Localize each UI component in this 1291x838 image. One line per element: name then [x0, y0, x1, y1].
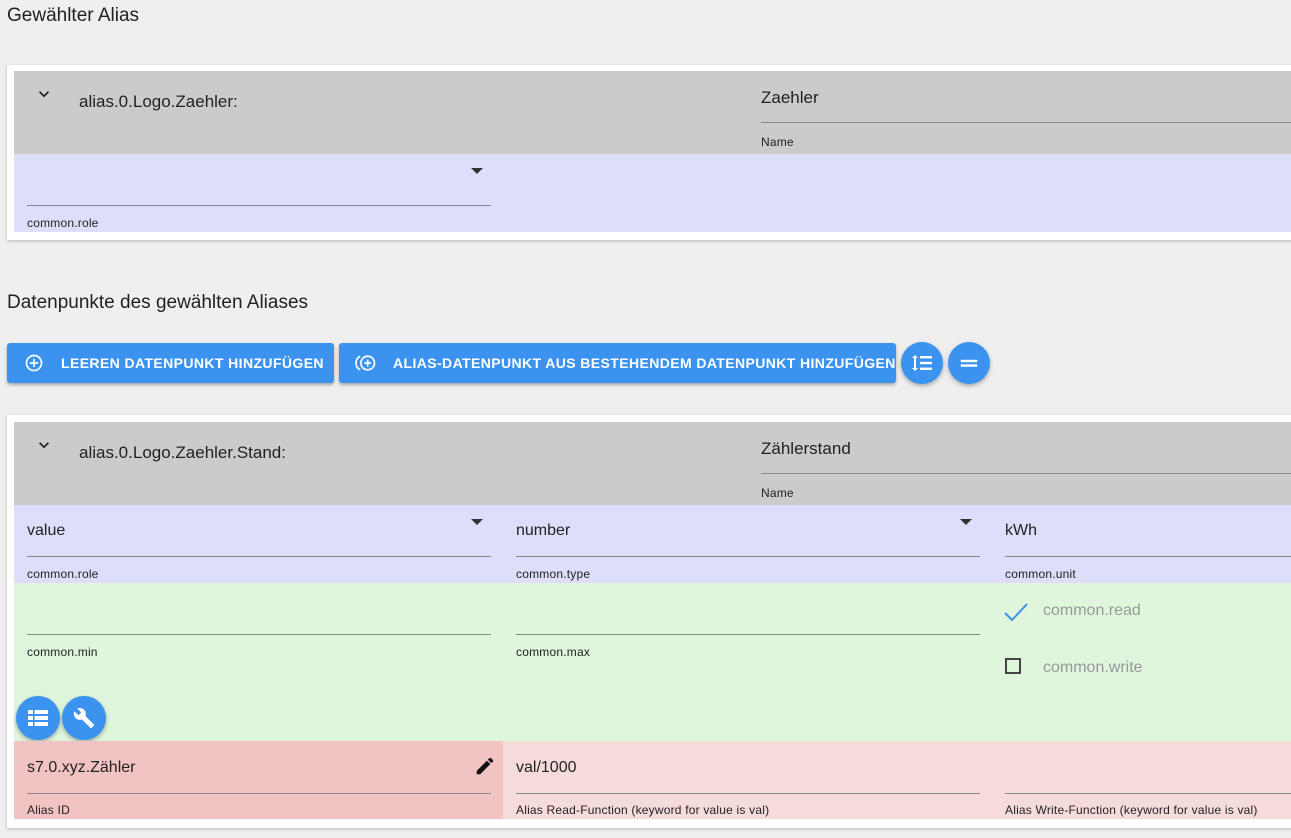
role-select[interactable] — [27, 174, 491, 200]
read-function-underline — [516, 793, 980, 794]
unit-input[interactable]: kWh — [1005, 522, 1037, 540]
read-function-label: Alias Read-Function (keyword for value i… — [516, 803, 770, 817]
read-checkbox[interactable] — [1003, 600, 1029, 624]
add-circle-icon — [23, 352, 45, 374]
common-row — [14, 505, 1291, 583]
unit-label: common.unit — [1005, 567, 1076, 581]
write-function-label: Alias Write-Function (keyword for value … — [1005, 803, 1258, 817]
write-function-underline — [1005, 793, 1291, 794]
role-label: common.role — [27, 567, 99, 581]
table-view-button[interactable] — [16, 696, 60, 740]
alias-target-label: Alias ID — [27, 803, 70, 817]
settings-wrench-button[interactable] — [62, 696, 106, 740]
dropdown-arrow-icon[interactable] — [471, 168, 483, 174]
selected-alias-title: Gewählter Alias — [7, 5, 140, 26]
write-checkbox[interactable] — [1005, 658, 1021, 674]
chevron-down-icon[interactable] — [34, 84, 54, 104]
read-function-input[interactable]: val/1000 — [516, 759, 577, 777]
datapoint-name-underline — [761, 473, 1291, 474]
add-existing-datapoint-label: ALIAS-DATENPUNKT AUS BESTEHENDEM DATENPU… — [393, 355, 896, 371]
alias-id: alias.0.Logo.Zaehler: — [79, 92, 238, 111]
expand-rows-button[interactable] — [901, 342, 943, 384]
datapoint-alias-id: alias.0.Logo.Zaehler.Stand: — [79, 443, 286, 462]
min-label: common.min — [27, 645, 98, 659]
read-label: common.read — [1043, 602, 1141, 619]
selected-alias-header — [14, 71, 1291, 154]
edit-alias-id-button[interactable] — [474, 755, 496, 777]
collapse-rows-icon — [960, 359, 978, 367]
add-circle-linked-icon — [355, 352, 377, 374]
table-icon — [28, 710, 48, 726]
type-underline — [516, 556, 980, 557]
wrench-icon — [73, 708, 95, 729]
min-input[interactable] — [27, 602, 491, 628]
role-select[interactable]: value — [27, 522, 65, 540]
chevron-down-icon[interactable] — [34, 435, 54, 455]
max-label: common.max — [516, 645, 591, 659]
name-underline — [761, 122, 1291, 123]
unit-underline — [1005, 556, 1291, 557]
datapoint-header — [14, 422, 1291, 505]
type-label: common.type — [516, 567, 591, 581]
alias-id-cell — [14, 741, 503, 819]
checkmark-icon — [1004, 603, 1028, 622]
alias-target-underline — [27, 793, 491, 794]
role-label: common.role — [27, 216, 99, 230]
role-underline — [27, 556, 491, 557]
dropdown-arrow-icon[interactable] — [960, 519, 972, 525]
dropdown-arrow-icon[interactable] — [471, 519, 483, 525]
type-select[interactable]: number — [516, 522, 570, 540]
write-function-input[interactable] — [1005, 759, 1291, 783]
add-empty-datapoint-label: LEEREN DATENPUNKT HINZUFÜGEN — [61, 355, 324, 371]
name-label: Name — [761, 135, 794, 149]
max-underline — [516, 634, 980, 635]
min-underline — [27, 634, 491, 635]
alias-target-input[interactable]: s7.0.xyz.Zähler — [27, 759, 135, 777]
pencil-icon — [476, 757, 494, 775]
datapoint-name-label: Name — [761, 486, 794, 500]
datapoint-name-input[interactable]: Zählerstand — [761, 439, 851, 459]
write-label: common.write — [1043, 659, 1143, 676]
alias-name-input[interactable]: Zaehler — [761, 88, 819, 108]
collapse-rows-button[interactable] — [948, 342, 990, 384]
add-existing-datapoint-button[interactable]: ALIAS-DATENPUNKT AUS BESTEHENDEM DATENPU… — [339, 343, 896, 383]
datapoints-title: Datenpunkte des gewählten Aliases — [7, 292, 309, 313]
max-input[interactable] — [516, 602, 980, 628]
add-empty-datapoint-button[interactable]: LEEREN DATENPUNKT HINZUFÜGEN — [7, 343, 334, 383]
expand-rows-icon — [912, 355, 932, 371]
role-underline — [27, 205, 491, 206]
